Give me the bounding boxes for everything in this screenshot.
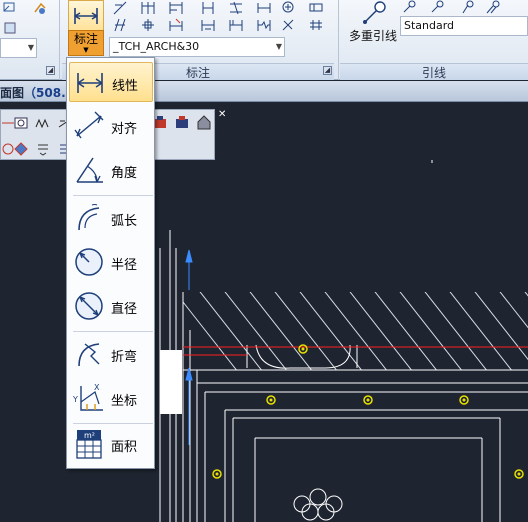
menu-item-radius[interactable]: 半径 <box>69 242 153 282</box>
continue-dimension-icon[interactable] <box>140 0 156 16</box>
collect-leader-icon[interactable] <box>485 0 501 16</box>
panel-launcher-icon[interactable]: ◢ <box>46 66 55 75</box>
layer-tool-icon[interactable] <box>2 0 18 16</box>
dimension-align-icon[interactable] <box>228 17 244 33</box>
dimension-style-combo[interactable]: _TCH_ARCH&30 ▼ <box>109 37 285 57</box>
menu-item-diameter[interactable]: 直径 <box>69 286 153 326</box>
radius-icon <box>73 246 105 278</box>
dimension-split-button[interactable]: 标注 ▼ <box>68 0 104 56</box>
add-leader-icon[interactable] <box>280 0 296 16</box>
menu-item-label: 对齐 <box>111 122 138 137</box>
dimension-space-icon[interactable] <box>200 0 216 16</box>
baseline-dimension-icon[interactable] <box>168 0 184 16</box>
menu-item-label: 角度 <box>111 166 138 181</box>
dimension-text-angle-icon[interactable] <box>200 17 216 33</box>
leader-style-combo[interactable]: Standard <box>400 16 528 36</box>
jogged-icon <box>73 338 105 370</box>
arc-length-icon <box>73 202 105 234</box>
add-leader-line-icon[interactable] <box>402 0 418 16</box>
quick-dimension-icon[interactable] <box>112 0 128 16</box>
dimension-break-icon[interactable] <box>228 0 244 16</box>
chevron-down-icon: ▼ <box>83 46 89 54</box>
angular-dimension-icon <box>73 154 105 186</box>
panel-launcher-icon[interactable]: ◢ <box>323 66 332 75</box>
layer-properties-icon[interactable] <box>32 0 48 16</box>
inspect-dimension-icon[interactable] <box>256 0 272 16</box>
tool-icon-11[interactable] <box>35 141 51 157</box>
multileader-button[interactable]: 多重引线 <box>345 0 401 46</box>
dimension-edit-icon[interactable] <box>168 17 184 33</box>
tool-icon-7[interactable] <box>174 115 190 131</box>
tool-icon-3[interactable] <box>35 115 51 131</box>
menu-item-ordinate[interactable]: XY 坐标 <box>69 378 153 418</box>
tool-icon-10[interactable] <box>13 141 29 157</box>
menu-item-label: 线性 <box>112 79 139 94</box>
dimension-override-icon[interactable] <box>280 17 296 33</box>
menu-separator <box>73 195 153 196</box>
tool-icon-2[interactable] <box>13 115 29 131</box>
tolerance-icon[interactable] <box>308 0 324 16</box>
chevron-down-icon: ▼ <box>275 42 282 51</box>
menu-item-label: 半径 <box>111 258 138 273</box>
menu-separator <box>73 331 153 332</box>
drawing-title: 面图（508.1 <box>0 86 74 100</box>
close-icon[interactable]: ✕ <box>218 110 228 120</box>
remove-leader-icon[interactable] <box>430 0 446 16</box>
diameter-icon <box>73 290 105 322</box>
align-leader-icon[interactable] <box>460 0 476 16</box>
menu-item-jogged[interactable]: 折弯 <box>69 334 153 374</box>
area-icon: m² <box>73 428 105 460</box>
center-mark-icon[interactable] <box>140 17 156 33</box>
dimension-jog-icon[interactable] <box>256 17 272 33</box>
linear-dimension-icon <box>74 67 106 99</box>
multileader-label: 多重引线 <box>348 29 397 43</box>
menu-item-arc-length[interactable]: 弧长 <box>69 198 153 238</box>
dimension-button-icon[interactable] <box>68 0 104 30</box>
oblique-icon[interactable] <box>112 17 128 33</box>
menu-item-label: 折弯 <box>111 350 138 365</box>
dimension-update-icon[interactable] <box>308 17 324 33</box>
menu-item-label: 坐标 <box>111 394 138 409</box>
menu-item-area[interactable]: m² 面积 <box>69 424 153 464</box>
chevron-down-icon: ▼ <box>27 43 34 52</box>
dimension-dropdown-menu: 线性 对齐 角度 弧长 半径 直径 折弯 X Y 坐标 m² 面积 <box>66 57 155 469</box>
dimension-button-label[interactable]: 标注 ▼ <box>68 30 104 56</box>
svg-text:Y: Y <box>73 395 78 404</box>
multileader-icon <box>363 1 386 24</box>
svg-text:m²: m² <box>84 431 95 440</box>
layer-combo[interactable]: ▼ <box>0 38 37 58</box>
menu-item-label: 弧长 <box>111 214 138 229</box>
panel-leader-title: 引线 <box>340 63 528 80</box>
ordinate-icon: XY <box>73 382 105 414</box>
tool-icon-8[interactable] <box>196 115 212 131</box>
aligned-dimension-icon <box>73 110 105 142</box>
menu-item-aligned[interactable]: 对齐 <box>69 106 153 146</box>
menu-item-label: 面积 <box>111 440 138 455</box>
svg-text:X: X <box>94 383 100 392</box>
layer-state-icon[interactable] <box>2 20 18 36</box>
menu-item-linear[interactable]: 线性 <box>69 62 153 102</box>
menu-item-label: 直径 <box>111 302 138 317</box>
menu-item-angular[interactable]: 角度 <box>69 150 153 190</box>
